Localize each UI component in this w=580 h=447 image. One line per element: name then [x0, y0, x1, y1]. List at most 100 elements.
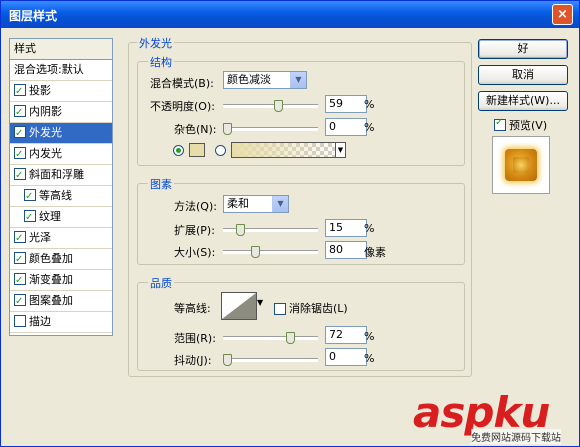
style-item-checkbox[interactable]: [14, 271, 26, 291]
style-item[interactable]: 图案叠加: [10, 291, 112, 312]
style-item-checkbox[interactable]: [14, 166, 26, 186]
range-slider-thumb[interactable]: [285, 332, 295, 344]
style-item-label: 渐变叠加: [29, 273, 73, 286]
size-unit: 像素: [364, 246, 386, 259]
new-style-button[interactable]: 新建样式(W)...: [478, 91, 568, 111]
style-item[interactable]: 颜色叠加: [10, 249, 112, 270]
jitter-slider-thumb[interactable]: [223, 354, 232, 366]
style-preview-thumbnail: [492, 136, 550, 194]
style-item[interactable]: 纹理: [10, 207, 112, 228]
blend-mode-value: 颜色减淡: [227, 73, 271, 86]
style-item-label: 等高线: [39, 189, 72, 202]
contour-dropdown[interactable]: ▼: [257, 294, 267, 312]
style-item-label: 描边: [29, 315, 51, 328]
contour-picker[interactable]: [221, 292, 257, 320]
jitter-unit: %: [364, 352, 375, 365]
style-item-checkbox[interactable]: [14, 250, 26, 270]
style-item-checkbox[interactable]: [14, 124, 26, 144]
color-radio[interactable]: [173, 145, 184, 156]
preview-label[interactable]: 预览(V): [509, 117, 547, 133]
style-item-checkbox[interactable]: [24, 208, 36, 228]
preview-swatch: [505, 149, 537, 181]
style-item[interactable]: 外发光: [10, 123, 112, 144]
styles-header[interactable]: 样式: [10, 39, 112, 60]
style-item-label: 外发光: [29, 126, 62, 139]
ok-button[interactable]: 好: [478, 39, 568, 59]
range-label: 范围(R):: [174, 332, 216, 345]
window-title: 图层样式: [9, 9, 58, 23]
style-item-label: 斜面和浮雕: [29, 168, 84, 181]
spread-slider-thumb[interactable]: [236, 224, 246, 236]
close-icon[interactable]: ×: [552, 4, 573, 25]
jitter-input[interactable]: 0: [325, 348, 367, 366]
noise-label: 杂色(N):: [174, 123, 217, 136]
cancel-button[interactable]: 取消: [478, 65, 568, 85]
style-item-checkbox[interactable]: [14, 145, 26, 165]
style-item-checkbox[interactable]: [14, 315, 26, 327]
style-item[interactable]: 内发光: [10, 144, 112, 165]
style-item-checkbox[interactable]: [14, 229, 26, 249]
jitter-slider[interactable]: [223, 354, 318, 366]
contour-curve-icon: [222, 293, 256, 319]
style-item-label: 纹理: [39, 210, 61, 223]
size-label: 大小(S):: [174, 246, 216, 259]
opacity-slider-thumb[interactable]: [274, 100, 284, 112]
style-item[interactable]: 光泽: [10, 228, 112, 249]
method-value: 柔和: [227, 197, 249, 210]
styles-list: 样式 混合选项:默认 投影内阴影外发光内发光斜面和浮雕等高线纹理光泽颜色叠加渐变…: [9, 38, 113, 336]
antialias-checkbox[interactable]: [274, 303, 286, 315]
style-item-checkbox[interactable]: [14, 292, 26, 312]
style-item-checkbox[interactable]: [24, 187, 36, 207]
spread-unit: %: [364, 222, 375, 235]
opacity-label: 不透明度(O):: [150, 100, 215, 113]
watermark-subtitle: 免费网站源码下载站: [471, 429, 561, 444]
jitter-label: 抖动(J):: [174, 354, 212, 367]
style-item[interactable]: 等高线: [10, 186, 112, 207]
outer-glow-title: 外发光: [137, 35, 174, 51]
style-item-checkbox[interactable]: [14, 82, 26, 102]
noise-slider-thumb[interactable]: [223, 123, 232, 135]
method-select[interactable]: 柔和 ▼: [223, 195, 289, 213]
size-input[interactable]: 80: [325, 241, 367, 259]
style-item[interactable]: 投影: [10, 81, 112, 102]
style-item-label: 光泽: [29, 231, 51, 244]
elements-title: 图素: [148, 176, 174, 192]
spread-input[interactable]: 15: [325, 219, 367, 237]
style-item-label: 投影: [29, 84, 51, 97]
gradient-radio[interactable]: [215, 145, 226, 156]
preview-checkbox[interactable]: [494, 117, 506, 131]
range-unit: %: [364, 330, 375, 343]
spread-label: 扩展(P):: [174, 224, 215, 237]
range-slider[interactable]: [223, 332, 318, 344]
method-label: 方法(Q):: [174, 200, 217, 213]
style-item[interactable]: 渐变叠加: [10, 270, 112, 291]
blend-mode-select[interactable]: 颜色减淡 ▼: [223, 71, 307, 89]
chevron-down-icon: ▼: [272, 196, 288, 212]
size-slider-thumb[interactable]: [250, 246, 260, 258]
opacity-unit: %: [364, 98, 375, 111]
style-item-checkbox[interactable]: [14, 103, 26, 123]
style-item-label: 内阴影: [29, 105, 62, 118]
noise-unit: %: [364, 121, 375, 134]
range-input[interactable]: 72: [325, 326, 367, 344]
style-item[interactable]: 斜面和浮雕: [10, 165, 112, 186]
noise-input[interactable]: 0: [325, 118, 367, 136]
glow-gradient-picker[interactable]: ▼: [231, 142, 346, 158]
size-slider[interactable]: [223, 246, 318, 258]
style-item[interactable]: 内阴影: [10, 102, 112, 123]
antialias-label[interactable]: 消除锯齿(L): [289, 300, 348, 316]
opacity-slider[interactable]: [223, 100, 318, 112]
blend-options-item[interactable]: 混合选项:默认: [10, 60, 112, 81]
style-item-label: 内发光: [29, 147, 62, 160]
structure-title: 结构: [148, 54, 174, 70]
glow-color-swatch[interactable]: [189, 143, 205, 157]
noise-slider[interactable]: [223, 123, 318, 135]
spread-slider[interactable]: [223, 224, 318, 236]
chevron-down-icon: ▼: [290, 72, 306, 88]
title-bar[interactable]: 图层样式 ×: [1, 1, 579, 28]
blend-mode-label: 混合模式(B):: [150, 77, 214, 90]
style-item-label: 图案叠加: [29, 294, 73, 307]
style-item[interactable]: 描边: [10, 312, 112, 333]
opacity-input[interactable]: 59: [325, 95, 367, 113]
quality-title: 品质: [148, 275, 174, 291]
